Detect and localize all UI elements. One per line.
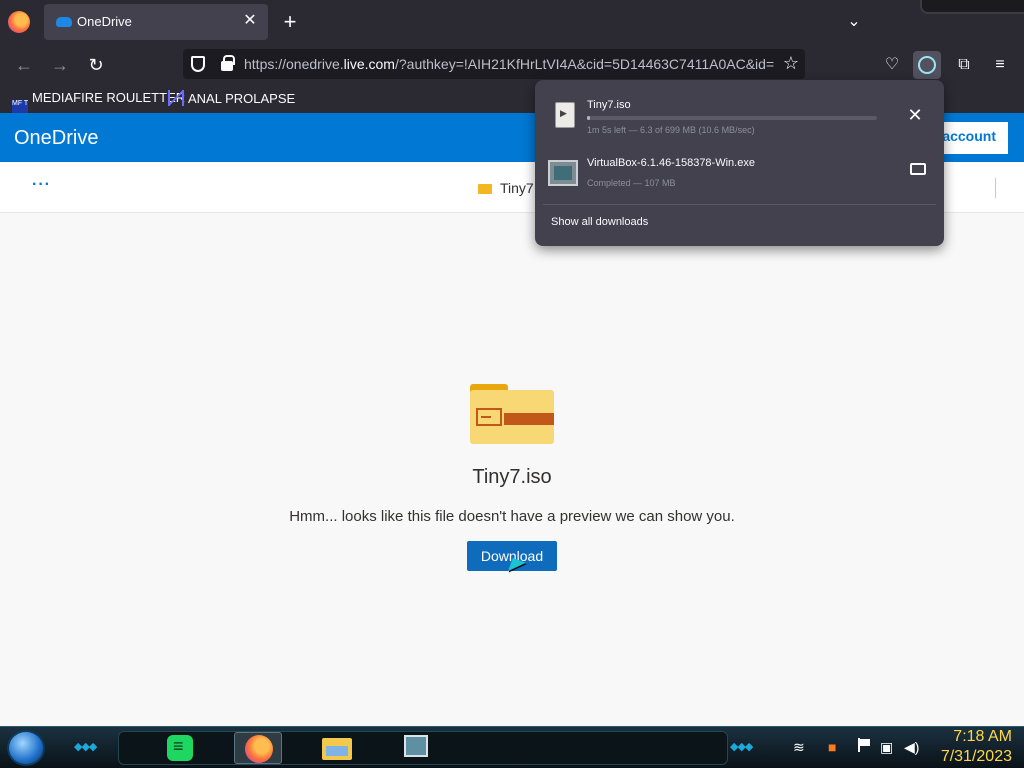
app-menu-icon[interactable]: ≡ <box>986 51 1014 79</box>
reload-button[interactable]: ↻ <box>82 51 110 79</box>
open-containing-folder-icon[interactable] <box>910 163 926 175</box>
action-center-flag-icon[interactable] <box>858 738 870 752</box>
folder-icon <box>478 184 492 194</box>
downloads-panel: Tiny7.iso 1m 5s left — 6.3 of 699 MB (10… <box>535 80 944 246</box>
lock-icon[interactable] <box>221 55 235 71</box>
back-button[interactable]: ← <box>10 51 38 79</box>
divider <box>995 178 996 198</box>
clock-date: 7/31/2023 <box>940 748 1012 765</box>
divider <box>543 204 936 205</box>
taskbar: ◆◆◆ ◆◆◆ ≋ ■ ▣ ◀) 7:18 AM 7/31/2023 <box>0 726 1024 768</box>
cancel-download-icon[interactable]: ✕ <box>904 104 926 126</box>
download-status: 1m 5s left — 6.3 of 699 MB (10.6 MB/sec) <box>587 125 755 135</box>
no-preview-message: Hmm... looks like this file doesn't have… <box>289 508 735 525</box>
sigma-icon <box>168 90 184 106</box>
file-explorer-icon[interactable] <box>312 732 360 764</box>
tab-close-icon[interactable]: ✕ <box>240 11 260 31</box>
bookmark-star-icon[interactable]: ☆ <box>783 53 799 74</box>
tracking-protection-shield-icon[interactable] <box>191 56 205 72</box>
download-filename: Tiny7.iso <box>587 99 631 111</box>
decorative-chevrons: ◆◆◆ <box>74 741 97 753</box>
window-frame-decoration <box>920 0 1024 14</box>
system-clock[interactable]: 7:18 AM 7/31/2023 <box>941 727 1012 767</box>
download-progress-fill <box>587 116 590 120</box>
file-type-folder-icon <box>470 384 554 444</box>
more-options-icon[interactable]: ··· <box>32 176 51 194</box>
tab-title: OneDrive <box>77 14 132 29</box>
url-text[interactable]: https://onedrive.live.com/?authkey=!AIH2… <box>244 56 774 72</box>
navigation-toolbar: ← → ↻ https://onedrive.live.com/?authkey… <box>0 45 1024 84</box>
pocket-icon[interactable]: ♡ <box>878 51 906 79</box>
list-all-tabs-button[interactable]: ⌄ <box>842 10 866 34</box>
url-bar[interactable]: https://onedrive.live.com/?authkey=!AIH2… <box>183 49 805 79</box>
onedrive-logo[interactable]: OneDrive <box>14 127 98 150</box>
file-name: Tiny7.iso <box>472 466 552 488</box>
download-item[interactable]: Tiny7.iso 1m 5s left — 6.3 of 699 MB (10… <box>543 90 936 142</box>
download-progress-bar <box>587 116 877 120</box>
tray-expand-icon[interactable]: ≋ <box>793 739 805 756</box>
volume-icon[interactable]: ◀) <box>904 739 919 756</box>
breadcrumb[interactable]: Tiny7 <box>478 180 534 196</box>
exe-file-icon <box>548 160 578 186</box>
download-filename: VirtualBox-6.1.46-158378-Win.exe <box>587 157 755 169</box>
onedrive-cloud-icon <box>56 17 72 27</box>
java-update-icon[interactable]: ■ <box>828 739 836 755</box>
tab-onedrive[interactable]: OneDrive ✕ <box>44 4 268 40</box>
download-item[interactable]: VirtualBox-6.1.46-158378-Win.exe Complet… <box>543 148 936 200</box>
firefox-icon[interactable] <box>234 732 282 764</box>
extensions-icon[interactable]: ⧉ <box>950 51 978 79</box>
new-tab-button[interactable]: + <box>278 8 302 36</box>
show-all-downloads-link[interactable]: Show all downloads <box>551 216 648 228</box>
decorative-chevrons: ◆◆◆ <box>730 741 753 753</box>
start-button[interactable] <box>7 730 45 766</box>
downloads-button[interactable] <box>913 51 941 79</box>
download-status: Completed — 107 MB <box>587 178 676 188</box>
my-computer-icon[interactable] <box>392 732 440 764</box>
bookmark-anal-prolapse[interactable]: ANAL PROLAPSE <box>168 90 295 106</box>
network-icon[interactable]: ▣ <box>880 739 893 756</box>
forward-button[interactable]: → <box>46 51 74 79</box>
notes-app-icon[interactable] <box>155 732 203 764</box>
firefox-view-icon[interactable] <box>8 11 30 33</box>
clock-time: 7:18 AM <box>953 728 1012 745</box>
tab-strip: OneDrive ✕ + ⌄ <box>0 0 1024 45</box>
download-progress-icon <box>918 56 936 74</box>
iso-file-icon <box>555 102 575 128</box>
